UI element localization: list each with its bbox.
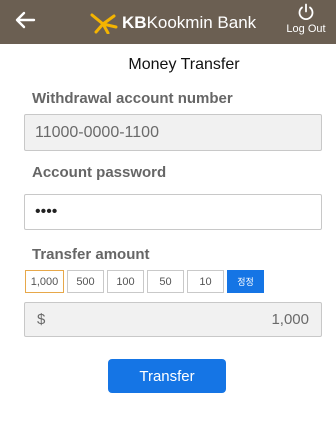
transfer-amount-field[interactable]: $ 1,000 xyxy=(24,302,322,337)
logout-label: Log Out xyxy=(286,23,326,35)
brand-name: KBKookmin Bank xyxy=(122,13,256,33)
brand-bank-name: Kookmin Bank xyxy=(146,13,257,32)
withdrawal-account-label: Withdrawal account number xyxy=(32,90,233,107)
logout-button[interactable]: Log Out xyxy=(284,3,328,41)
brand-kb: KB xyxy=(122,13,147,32)
transfer-amount-label: Transfer amount xyxy=(32,246,150,263)
transfer-button[interactable]: Transfer xyxy=(108,359,226,393)
bank-brand: KBKookmin Bank xyxy=(90,11,256,35)
quick-amount-50-button[interactable]: 50 xyxy=(147,270,184,293)
kb-star-logo xyxy=(90,13,118,34)
correct-amount-button[interactable]: 정정 xyxy=(227,270,264,293)
account-password-label: Account password xyxy=(32,164,167,181)
app-header: KBKookmin Bank Log Out xyxy=(0,0,336,44)
arrow-left-icon xyxy=(15,11,36,29)
page-title: Money Transfer xyxy=(128,56,240,73)
back-button[interactable] xyxy=(14,9,36,31)
withdrawal-account-field[interactable]: 11000-0000-1100 xyxy=(24,114,322,151)
quick-amount-10-button[interactable]: 10 xyxy=(187,270,224,293)
quick-amount-1000-button[interactable]: 1,000 xyxy=(25,270,64,293)
power-icon xyxy=(298,3,314,21)
amount-value: 1,000 xyxy=(271,311,309,328)
quick-amount-row: 1,000 500 100 50 10 정정 xyxy=(25,270,264,294)
currency-symbol: $ xyxy=(37,311,46,328)
account-password-field[interactable]: •••• xyxy=(24,194,322,230)
quick-amount-500-button[interactable]: 500 xyxy=(67,270,104,293)
quick-amount-100-button[interactable]: 100 xyxy=(107,270,144,293)
